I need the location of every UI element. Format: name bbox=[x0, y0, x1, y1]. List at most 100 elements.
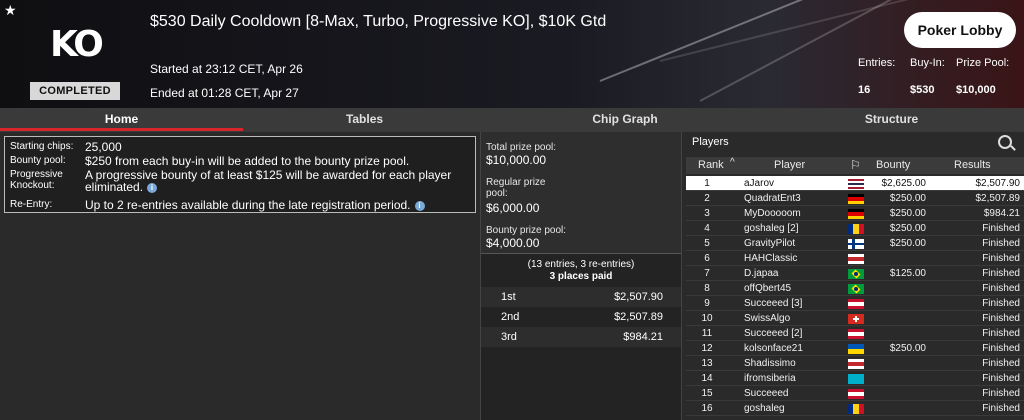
payout-amount: $984.21 bbox=[623, 331, 663, 343]
player-name: QuadratEnt3 bbox=[744, 193, 801, 204]
info-icon[interactable]: i bbox=[414, 200, 425, 211]
status-badge: COMPLETED bbox=[30, 82, 120, 100]
info-value: $250 from each buy-in will be added to t… bbox=[85, 154, 410, 168]
country-flag-icon bbox=[848, 329, 864, 339]
player-row[interactable]: 15 Succeeed Finished bbox=[686, 386, 1024, 401]
info-icon[interactable]: i bbox=[147, 182, 158, 193]
player-row[interactable]: 3 MyDooooom $250.00 $984.21 bbox=[686, 206, 1024, 221]
active-tab-indicator bbox=[0, 128, 243, 131]
player-row[interactable]: 13 Shadissimo Finished bbox=[686, 356, 1024, 371]
payout-amount: $2,507.89 bbox=[614, 311, 663, 323]
country-flag-icon bbox=[848, 374, 864, 384]
tab-structure[interactable]: Structure bbox=[764, 108, 1019, 132]
info-value: Up to 2 re-entries available during the … bbox=[85, 199, 465, 211]
player-row[interactable]: 8 offQbert45 Finished bbox=[686, 281, 1024, 296]
player-rank: 4 bbox=[704, 223, 710, 234]
players-title: Players bbox=[692, 136, 729, 148]
player-row[interactable]: 6 HAHClassic Finished bbox=[686, 251, 1024, 266]
player-result: Finished bbox=[982, 238, 1020, 249]
info-value: 25,000 bbox=[85, 140, 122, 154]
country-flag-icon bbox=[848, 359, 864, 369]
player-result: Finished bbox=[982, 328, 1020, 339]
player-result: Finished bbox=[982, 298, 1020, 309]
poker-lobby-button[interactable]: Poker Lobby bbox=[904, 12, 1016, 48]
player-row[interactable]: 4 goshaleg [2] $250.00 Finished bbox=[686, 221, 1024, 236]
player-rank: 12 bbox=[701, 343, 713, 354]
player-name: ifromsiberia bbox=[744, 373, 796, 384]
player-name: Succeeed [2] bbox=[744, 328, 803, 339]
player-row[interactable]: 7 D.japaa $125.00 Finished bbox=[686, 266, 1024, 281]
tournament-info-box: Starting chips: 25,000 Bounty pool: $250… bbox=[4, 136, 476, 213]
player-name: D.japaa bbox=[744, 268, 779, 279]
player-result: Finished bbox=[982, 283, 1020, 294]
player-name: MyDooooom bbox=[744, 208, 801, 219]
payout-row: 1st $2,507.90 bbox=[481, 287, 681, 307]
player-row[interactable]: 12 kolsonface21 $250.00 Finished bbox=[686, 341, 1024, 356]
places-paid: 3 places paid bbox=[549, 271, 613, 282]
player-row[interactable]: 1 aJarov $2,625.00 $2,507.90 bbox=[686, 176, 1024, 191]
results-column-header[interactable]: Results bbox=[954, 159, 991, 171]
tournament-title: $530 Daily Cooldown [8-Max, Turbo, Progr… bbox=[150, 13, 607, 30]
bounty-prize-value: $4,000.00 bbox=[486, 236, 540, 250]
player-rank: 8 bbox=[704, 283, 710, 294]
player-row[interactable]: 16 goshaleg Finished bbox=[686, 401, 1024, 416]
payout-row: 2nd $2,507.89 bbox=[481, 307, 681, 327]
player-rank: 5 bbox=[704, 238, 710, 249]
payout-place: 2nd bbox=[501, 311, 520, 323]
country-flag-icon bbox=[848, 239, 864, 249]
search-icon[interactable] bbox=[998, 135, 1012, 149]
player-column-header[interactable]: Player bbox=[774, 159, 805, 171]
country-flag-icon bbox=[848, 209, 864, 219]
tab-chip-graph[interactable]: Chip Graph bbox=[486, 108, 764, 132]
player-row[interactable]: 11 Succeeed [2] Finished bbox=[686, 326, 1024, 341]
player-row[interactable]: 10 SwissAlgo Finished bbox=[686, 311, 1024, 326]
player-row[interactable]: 14 ifromsiberia Finished bbox=[686, 371, 1024, 386]
favorite-star-icon[interactable]: ★ bbox=[4, 2, 17, 19]
country-flag-icon bbox=[848, 224, 864, 234]
player-bounty: $250.00 bbox=[889, 193, 926, 204]
player-result: $2,507.90 bbox=[975, 178, 1021, 189]
player-name: aJarov bbox=[744, 178, 775, 189]
country-flag-icon bbox=[848, 389, 864, 399]
player-rank: 10 bbox=[701, 313, 713, 324]
flag-column-icon[interactable]: ⚐ bbox=[850, 158, 861, 172]
buyin-label: Buy-In: bbox=[910, 57, 945, 69]
regular-prize-label: Regular prize pool: bbox=[486, 177, 546, 199]
rank-column-header[interactable]: Rank bbox=[698, 159, 724, 171]
player-name: Succeeed [3] bbox=[744, 298, 803, 309]
bounty-column-header[interactable]: Bounty bbox=[876, 159, 910, 171]
player-result: Finished bbox=[982, 253, 1020, 264]
player-row[interactable]: 2 QuadratEnt3 $250.00 $2,507.89 bbox=[686, 191, 1024, 206]
country-flag-icon bbox=[848, 194, 864, 204]
prize-pool-label: Prize Pool: bbox=[956, 57, 1010, 69]
country-flag-icon bbox=[848, 284, 864, 294]
player-name: Shadissimo bbox=[744, 358, 796, 369]
player-rank: 2 bbox=[704, 193, 710, 204]
logo-text: KO bbox=[50, 24, 104, 65]
progressive-text: A progressive bounty of at least $125 wi… bbox=[85, 168, 452, 194]
player-result: $984.21 bbox=[983, 208, 1020, 219]
player-result: Finished bbox=[982, 403, 1020, 414]
player-rank: 3 bbox=[704, 208, 710, 219]
player-rank: 13 bbox=[701, 358, 713, 369]
info-value: A progressive bounty of at least $125 wi… bbox=[85, 169, 465, 193]
player-name: GravityPilot bbox=[744, 238, 796, 249]
player-name: goshaleg bbox=[744, 403, 785, 414]
entries-note: (13 entries, 3 re-entries) bbox=[527, 259, 635, 270]
player-rank: 1 bbox=[704, 178, 710, 189]
player-name: kolsonface21 bbox=[744, 343, 803, 354]
country-flag-icon bbox=[848, 314, 864, 324]
payout-amount: $2,507.90 bbox=[614, 291, 663, 303]
player-row[interactable]: 9 Succeeed [3] Finished bbox=[686, 296, 1024, 311]
player-row[interactable]: 5 GravityPilot $250.00 Finished bbox=[686, 236, 1024, 251]
player-name: goshaleg [2] bbox=[744, 223, 799, 234]
payout-place: 3rd bbox=[501, 331, 517, 343]
tab-tables[interactable]: Tables bbox=[243, 108, 486, 132]
player-rank: 15 bbox=[701, 388, 713, 399]
country-flag-icon bbox=[848, 254, 864, 264]
player-rank: 7 bbox=[704, 268, 710, 279]
sort-up-icon[interactable]: ^ bbox=[730, 157, 735, 168]
country-flag-icon bbox=[848, 299, 864, 309]
player-result: Finished bbox=[982, 313, 1020, 324]
prize-pool-value: $10,000 bbox=[956, 84, 996, 96]
